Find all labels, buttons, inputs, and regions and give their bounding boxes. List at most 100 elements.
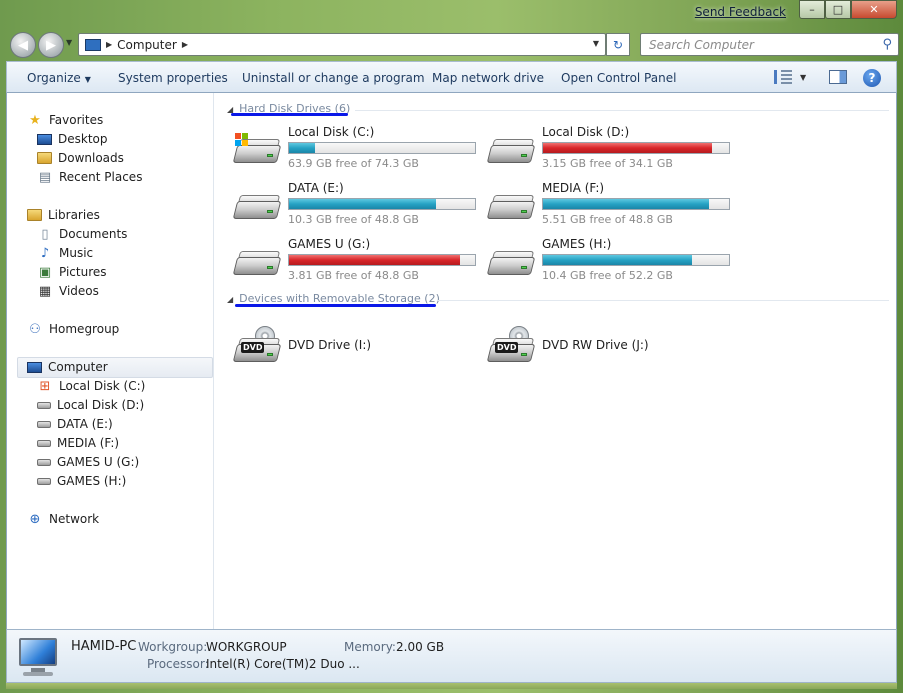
sidebar-item-media-f[interactable]: MEDIA (F:) [37, 434, 119, 452]
group-divider [355, 110, 889, 111]
sidebar-item-computer[interactable]: Computer [27, 358, 108, 376]
maximize-button[interactable]: □ [825, 0, 851, 19]
search-icon[interactable]: ⚲ [882, 37, 892, 52]
drive-item[interactable]: MEDIA (F:) 5.51 GB free of 48.8 GB [486, 181, 737, 235]
collapse-triangle-icon[interactable]: ◢ [227, 295, 233, 304]
sidebar-item-music[interactable]: ♪ Music [37, 244, 93, 262]
usage-fill [289, 143, 316, 153]
sidebar-item-local-disk-c[interactable]: ⊞ Local Disk (C:) [37, 377, 146, 395]
drive-name: GAMES U (G:) [288, 237, 371, 251]
hard-drive-icon [37, 401, 51, 409]
dvd-drive-item[interactable]: DVD DVD Drive (I:) [232, 324, 483, 378]
drive-item[interactable]: Local Disk (C:) 63.9 GB free of 74.3 GB [232, 125, 483, 179]
drive-name: Local Disk (C:) [288, 125, 375, 139]
sidebar-item-games-u-g[interactable]: GAMES U (G:) [37, 453, 139, 471]
drive-item[interactable]: GAMES (H:) 10.4 GB free of 52.2 GB [486, 237, 737, 291]
forward-button[interactable]: ▶ [38, 32, 64, 58]
sidebar-item-desktop[interactable]: Desktop [37, 130, 108, 148]
drive-free-space: 63.9 GB free of 74.3 GB [288, 157, 419, 170]
homegroup-icon: ⚇ [29, 321, 41, 337]
address-bar[interactable]: ▶ Computer ▶ ▼ [78, 33, 606, 56]
sidebar-item-games-h[interactable]: GAMES (H:) [37, 472, 126, 490]
drive-usage-bar [288, 142, 476, 154]
breadcrumb-separator-icon[interactable]: ▶ [182, 40, 188, 49]
chevron-down-icon: ▼ [84, 75, 91, 84]
sidebar-item-videos[interactable]: ▦ Videos [37, 282, 99, 300]
sidebar-label: Videos [59, 284, 99, 298]
forward-arrow-icon: ▶ [46, 37, 56, 53]
sidebar-label: Downloads [58, 151, 124, 165]
group-divider [437, 300, 889, 301]
refresh-button[interactable]: ↻ [606, 33, 630, 56]
sidebar-item-pictures[interactable]: ▣ Pictures [37, 263, 107, 281]
dvd-badge: DVD [241, 342, 265, 353]
usage-fill [289, 199, 436, 209]
sidebar-label: Local Disk (D:) [57, 398, 145, 412]
sidebar-item-network[interactable]: ⊕ Network [27, 510, 100, 528]
pc-name: HAMID-PC [71, 639, 137, 654]
sidebar-label: Desktop [58, 132, 108, 146]
downloads-folder-icon [37, 152, 52, 164]
breadcrumb-computer[interactable]: Computer [117, 38, 177, 52]
sidebar-item-data-e[interactable]: DATA (E:) [37, 415, 113, 433]
sidebar-item-documents[interactable]: ▯ Documents [37, 225, 127, 243]
sidebar-item-libraries[interactable]: Libraries [27, 206, 100, 224]
command-bar: Organize ▼ System properties Uninstall or… [6, 61, 897, 93]
sidebar-item-recent-places[interactable]: ▤ Recent Places [37, 168, 143, 186]
back-button[interactable]: ◀ [10, 32, 36, 58]
open-control-panel-button[interactable]: Open Control Panel [561, 71, 676, 85]
sidebar-label: Pictures [59, 265, 107, 279]
minimize-button[interactable]: – [799, 0, 825, 19]
drive-usage-bar [542, 254, 730, 266]
annotation-underline [235, 304, 436, 307]
drive-name: DVD RW Drive (J:) [542, 338, 649, 352]
change-view-icon[interactable] [774, 70, 792, 84]
preview-pane-icon[interactable] [829, 70, 847, 84]
sidebar-label: Computer [48, 360, 108, 374]
workgroup-value: WORKGROUP [206, 640, 287, 654]
desktop-icon [37, 133, 52, 145]
sidebar-label: GAMES (H:) [57, 474, 127, 488]
organize-menu[interactable]: Organize ▼ [27, 71, 91, 85]
usage-fill [543, 255, 692, 265]
navigation-pane: ★ Favorites Desktop Downloads ▤ Recent Pla… [7, 93, 214, 629]
view-options-dropdown-icon[interactable]: ▼ [800, 73, 806, 82]
explorer-window: Send Feedback – □ ✕ ◀ ▶ ▼ ▶ Computer ▶ ▼… [0, 0, 903, 693]
sidebar-label: Local Disk (C:) [59, 379, 146, 393]
dvd-rw-drive-icon: DVD [486, 326, 536, 364]
drive-item[interactable]: GAMES U (G:) 3.81 GB free of 48.8 GB [232, 237, 483, 291]
computer-icon [27, 361, 42, 373]
processor-value: Intel(R) Core(TM)2 Duo ... [206, 657, 360, 671]
map-network-drive-button[interactable]: Map network drive [432, 71, 544, 85]
sidebar-label: Libraries [48, 208, 100, 222]
address-dropdown-icon[interactable]: ▼ [593, 39, 599, 48]
sidebar-item-local-disk-d[interactable]: Local Disk (D:) [37, 396, 144, 414]
hard-drive-icon [486, 139, 536, 165]
breadcrumb-separator-icon[interactable]: ▶ [106, 40, 112, 49]
help-icon[interactable]: ? [863, 69, 881, 87]
hard-drive-icon [232, 195, 282, 221]
hard-drive-icon [37, 439, 51, 447]
drive-item[interactable]: DATA (E:) 10.3 GB free of 48.8 GB [232, 181, 483, 235]
uninstall-program-button[interactable]: Uninstall or change a program [242, 71, 425, 85]
dvd-drive-item[interactable]: DVD DVD RW Drive (J:) [486, 324, 737, 378]
sidebar-item-homegroup[interactable]: ⚇ Homegroup [27, 320, 119, 338]
send-feedback-link[interactable]: Send Feedback [695, 5, 786, 19]
sidebar-item-downloads[interactable]: Downloads [37, 149, 124, 167]
libraries-icon [27, 209, 42, 221]
drive-item[interactable]: Local Disk (D:) 3.15 GB free of 34.1 GB [486, 125, 737, 179]
drive-free-space: 10.4 GB free of 52.2 GB [542, 269, 673, 282]
content-area: ★ Favorites Desktop Downloads ▤ Recent Pla… [6, 93, 897, 629]
drive-usage-bar [542, 142, 730, 154]
processor-label: Processor: [147, 657, 209, 671]
recent-pages-dropdown[interactable]: ▼ [66, 38, 72, 47]
drive-name: DVD Drive (I:) [288, 338, 372, 352]
drive-name: Local Disk (D:) [542, 125, 630, 139]
search-input[interactable]: Search Computer ⚲ [640, 33, 899, 56]
pictures-icon: ▣ [38, 264, 52, 280]
star-icon: ★ [29, 112, 41, 128]
drive-name: GAMES (H:) [542, 237, 612, 251]
close-button[interactable]: ✕ [851, 0, 897, 19]
sidebar-item-favorites[interactable]: ★ Favorites [27, 111, 103, 129]
system-properties-button[interactable]: System properties [118, 71, 228, 85]
